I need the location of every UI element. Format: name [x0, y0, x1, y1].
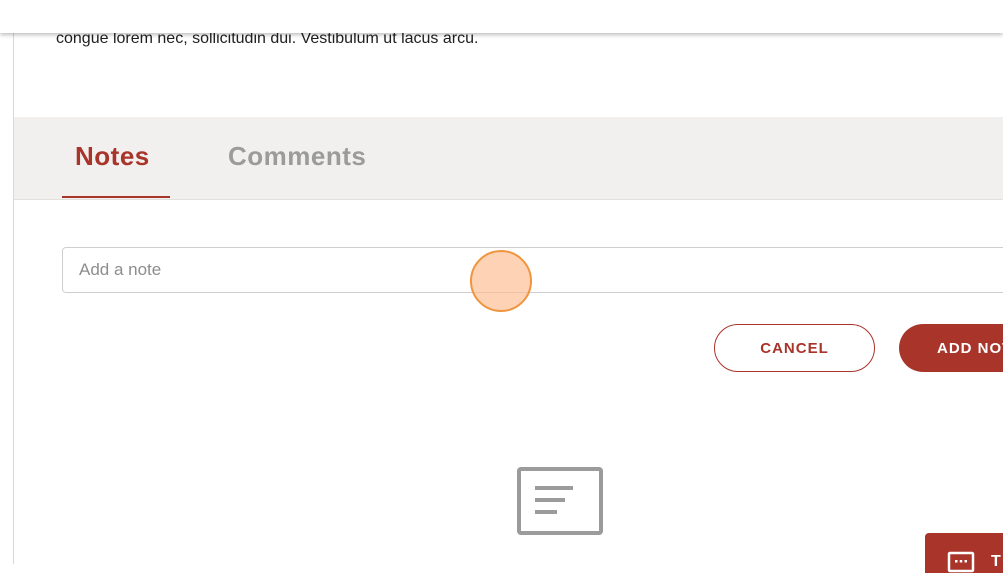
note-icon: [517, 467, 603, 535]
tabs-bar: Notes Comments: [14, 117, 1003, 200]
left-divider: [13, 0, 14, 564]
add-note-button[interactable]: ADD NOTE: [899, 324, 1003, 372]
active-tab-indicator: [62, 196, 170, 198]
add-note-input[interactable]: [62, 247, 1003, 293]
top-bar: [0, 0, 1003, 33]
feedback-label: T: [991, 553, 1001, 570]
chat-icon: [947, 551, 975, 573]
tab-notes[interactable]: Notes: [75, 141, 150, 172]
cancel-button[interactable]: CANCEL: [714, 324, 875, 372]
tab-comments[interactable]: Comments: [228, 141, 366, 172]
feedback-tab[interactable]: T: [925, 533, 1003, 573]
